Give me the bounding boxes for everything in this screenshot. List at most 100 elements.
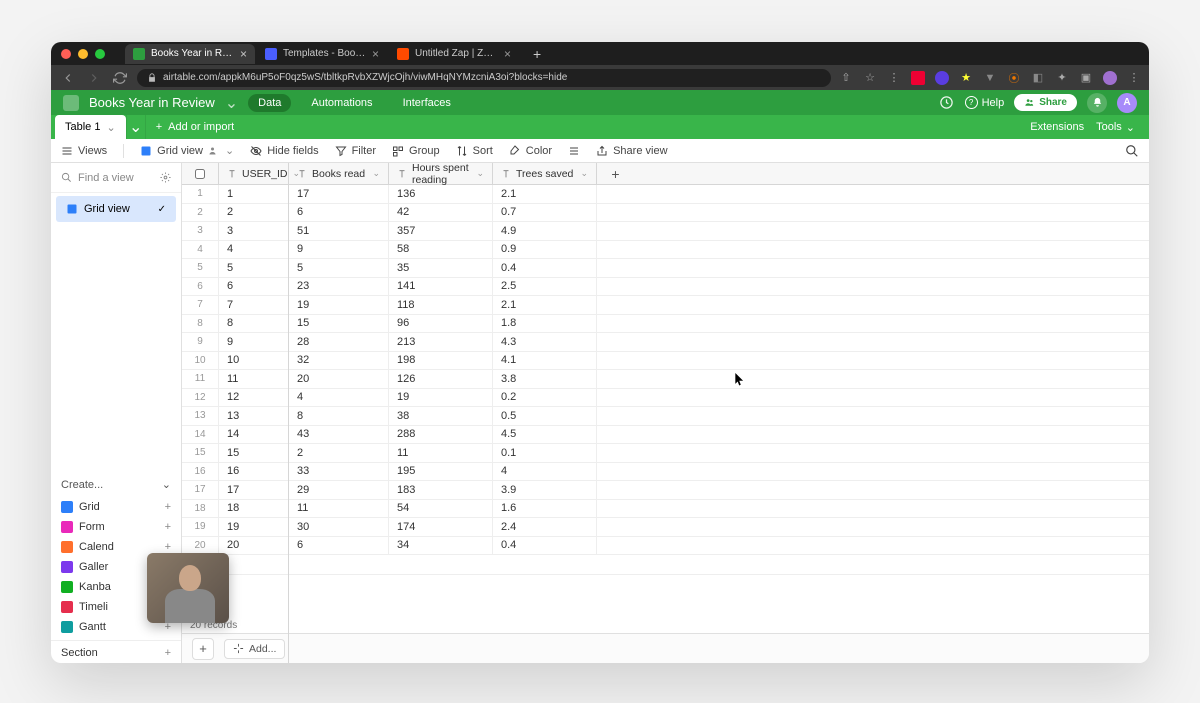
extension-icon[interactable] xyxy=(935,71,949,85)
close-tab-icon[interactable]: × xyxy=(240,47,247,61)
cell[interactable]: 183 xyxy=(389,481,493,499)
cell[interactable]: 2.5 xyxy=(493,278,597,296)
cell[interactable]: 0.1 xyxy=(493,444,597,462)
filter-button[interactable]: Filter xyxy=(335,145,376,157)
cell[interactable]: 16 xyxy=(219,463,289,481)
row-number[interactable]: 5 xyxy=(182,259,219,277)
share-button[interactable]: Share xyxy=(1014,94,1077,111)
row-number[interactable]: 16 xyxy=(182,463,219,481)
cell[interactable]: 20 xyxy=(289,370,389,388)
row-height-button[interactable] xyxy=(568,145,580,157)
close-window-button[interactable] xyxy=(61,49,71,59)
cell[interactable]: 13 xyxy=(219,407,289,425)
sort-button[interactable]: Sort xyxy=(456,145,493,157)
cell[interactable]: 15 xyxy=(219,444,289,462)
cell[interactable]: 141 xyxy=(389,278,493,296)
cell[interactable]: 19 xyxy=(219,518,289,536)
cell[interactable]: 34 xyxy=(389,537,493,555)
cell[interactable]: 2 xyxy=(289,444,389,462)
cell[interactable]: 33 xyxy=(289,463,389,481)
chrome-menu-icon[interactable]: ⋮ xyxy=(1127,71,1141,85)
cell[interactable]: 58 xyxy=(389,241,493,259)
cell[interactable]: 4 xyxy=(219,241,289,259)
cell[interactable]: 11 xyxy=(289,500,389,518)
cell[interactable]: 17 xyxy=(289,185,389,203)
maximize-window-button[interactable] xyxy=(95,49,105,59)
cell[interactable]: 20 xyxy=(219,537,289,555)
cell[interactable]: 8 xyxy=(219,315,289,333)
cell[interactable]: 6 xyxy=(289,204,389,222)
cell[interactable]: 2.1 xyxy=(493,185,597,203)
account-avatar[interactable]: A xyxy=(1117,93,1137,113)
color-button[interactable]: Color xyxy=(509,145,552,157)
webcam-thumbnail[interactable] xyxy=(147,553,229,623)
row-number[interactable]: 4 xyxy=(182,241,219,259)
close-tab-icon[interactable]: × xyxy=(372,47,379,61)
sidebar-viewtype-form[interactable]: Form+ xyxy=(51,517,181,537)
row-number[interactable]: 10 xyxy=(182,352,219,370)
cell[interactable]: 1.8 xyxy=(493,315,597,333)
table-row[interactable]: 20206340.4 xyxy=(182,537,1149,556)
table-row[interactable]: 1414432884.5 xyxy=(182,426,1149,445)
cell[interactable]: 4 xyxy=(493,463,597,481)
row-number[interactable]: 18 xyxy=(182,500,219,518)
cell[interactable]: 12 xyxy=(219,389,289,407)
bookmark-icon[interactable]: ☆ xyxy=(863,71,877,85)
cell[interactable]: 4.5 xyxy=(493,426,597,444)
cell[interactable]: 14 xyxy=(219,426,289,444)
row-number[interactable]: 9 xyxy=(182,333,219,351)
cell[interactable]: 0.9 xyxy=(493,241,597,259)
cell[interactable]: 7 xyxy=(219,296,289,314)
row-number[interactable]: 2 xyxy=(182,204,219,222)
close-tab-icon[interactable]: × xyxy=(504,47,511,61)
cell[interactable]: 213 xyxy=(389,333,493,351)
cell[interactable]: 18 xyxy=(219,500,289,518)
base-name[interactable]: Books Year in Review xyxy=(89,95,215,110)
base-menu-caret[interactable]: ⌄ xyxy=(225,93,238,113)
cell[interactable]: 32 xyxy=(289,352,389,370)
back-button[interactable] xyxy=(59,69,77,87)
row-number[interactable]: 1 xyxy=(182,185,219,203)
cell[interactable]: 8 xyxy=(289,407,389,425)
table-row[interactable]: 12124190.2 xyxy=(182,389,1149,408)
chevron-down-icon[interactable]: ⌄ xyxy=(372,168,380,179)
cell[interactable]: 198 xyxy=(389,352,493,370)
chevron-down-icon[interactable]: ⌄ xyxy=(476,168,484,179)
row-number[interactable]: 12 xyxy=(182,389,219,407)
base-icon[interactable] xyxy=(63,95,79,111)
tables-list-caret[interactable]: ⌄ xyxy=(126,115,146,139)
gear-icon[interactable] xyxy=(160,172,171,183)
chrome-tab[interactable]: Books Year in Review: Table 1× xyxy=(125,44,255,64)
nav-interfaces[interactable]: Interfaces xyxy=(393,94,461,112)
cell[interactable]: 357 xyxy=(389,222,493,240)
cell[interactable]: 38 xyxy=(389,407,493,425)
table-row[interactable]: 13138380.5 xyxy=(182,407,1149,426)
add-menu-button[interactable]: Add... xyxy=(224,639,285,659)
nav-data[interactable]: Data xyxy=(248,94,291,112)
add-record-button[interactable]: + xyxy=(192,638,214,660)
cell[interactable]: 288 xyxy=(389,426,493,444)
row-number[interactable]: 13 xyxy=(182,407,219,425)
table-row[interactable]: 1010321984.1 xyxy=(182,352,1149,371)
cell[interactable]: 174 xyxy=(389,518,493,536)
new-tab-button[interactable]: + xyxy=(527,46,547,62)
nav-automations[interactable]: Automations xyxy=(301,94,382,112)
cell[interactable]: 54 xyxy=(389,500,493,518)
extension-icon[interactable]: ▼ xyxy=(983,71,997,85)
row-number[interactable]: 15 xyxy=(182,444,219,462)
extension-icon[interactable] xyxy=(911,71,925,85)
cell[interactable]: 35 xyxy=(389,259,493,277)
cell[interactable]: 4.9 xyxy=(493,222,597,240)
cell[interactable]: 6 xyxy=(289,537,389,555)
cell[interactable]: 1 xyxy=(219,185,289,203)
cell[interactable]: 2.4 xyxy=(493,518,597,536)
view-switcher[interactable]: Grid view⌄ xyxy=(140,144,234,157)
cell[interactable]: 3.8 xyxy=(493,370,597,388)
column-header[interactable]: Hours spent reading⌄ xyxy=(389,163,493,184)
help-button[interactable]: ?Help xyxy=(965,96,1005,109)
cell[interactable]: 9 xyxy=(289,241,389,259)
table-tab[interactable]: Table 1 ⌄ xyxy=(55,115,126,139)
cell[interactable]: 42 xyxy=(389,204,493,222)
table-row[interactable]: 11171362.1 xyxy=(182,185,1149,204)
cell[interactable]: 3 xyxy=(219,222,289,240)
